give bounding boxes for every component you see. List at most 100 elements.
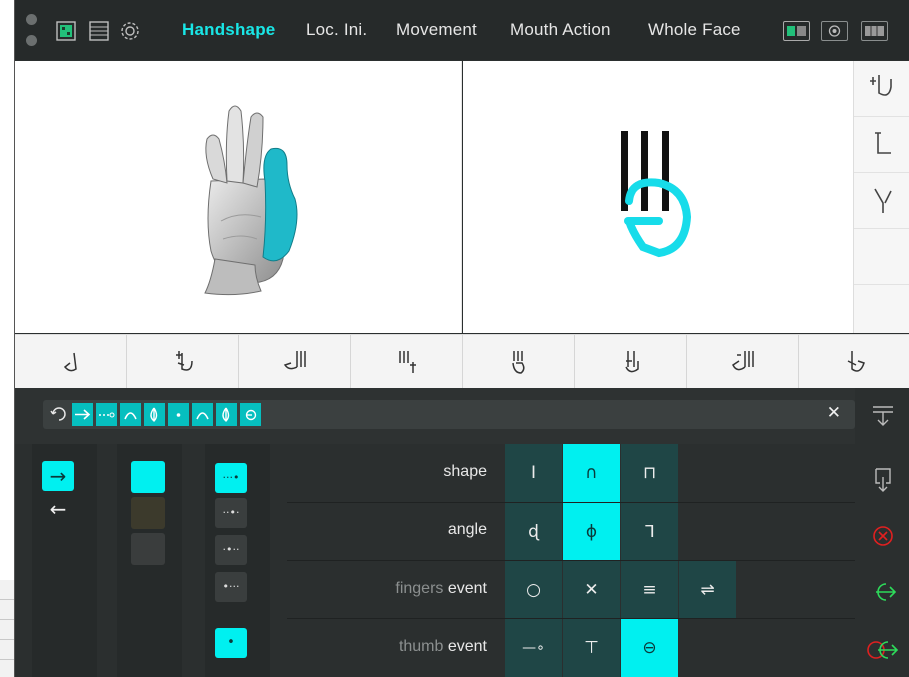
dot-pattern-single-selected[interactable]: • xyxy=(215,628,247,658)
dot-pattern-option[interactable]: ··•· xyxy=(215,498,247,528)
next-arrow-icon xyxy=(875,583,896,601)
cancel-circle-icon xyxy=(872,526,893,546)
arc-chip-2[interactable] xyxy=(192,403,213,426)
handshape-option[interactable] xyxy=(15,335,127,388)
fingers-event-option-cross[interactable]: ✕ xyxy=(563,561,620,619)
thumb-event-option-tee[interactable]: ⊤ xyxy=(563,619,620,677)
direction-back-button[interactable]: ← xyxy=(42,496,74,526)
feature-sequence-bar: ✕ xyxy=(15,388,909,444)
fingers-event-options-row: ○ ✕ ≡ ⇌ xyxy=(287,560,855,619)
handshape-symbol-1-icon xyxy=(870,74,892,96)
handshape-option[interactable] xyxy=(351,335,463,388)
action-column xyxy=(855,388,909,677)
clear-sequence-button[interactable]: ✕ xyxy=(827,403,841,423)
dots-line-icon xyxy=(99,412,115,418)
side-symbol-handshape[interactable] xyxy=(854,61,909,117)
fingers-spread-symbol-icon xyxy=(874,188,892,213)
tab-handshape[interactable]: Handshape xyxy=(182,20,275,40)
leaf-icon xyxy=(222,407,230,422)
window-close-button[interactable] xyxy=(26,14,37,25)
grid-view-icon[interactable] xyxy=(55,20,77,42)
leaf-chip-2[interactable] xyxy=(216,403,237,426)
settings-gear-icon[interactable] xyxy=(119,20,141,42)
thumb-event-option-line[interactable]: —∘ xyxy=(505,619,562,677)
split-view-button[interactable] xyxy=(783,21,810,41)
tab-movement[interactable]: Movement xyxy=(396,20,477,40)
arc-icon xyxy=(124,412,137,420)
tab-mouth-action[interactable]: Mouth Action xyxy=(510,20,611,40)
dot-chip[interactable] xyxy=(168,403,189,426)
cycle-chip[interactable] xyxy=(48,403,69,426)
target-view-button[interactable] xyxy=(821,21,848,41)
split-view-icon xyxy=(787,26,806,36)
hand-3d-model xyxy=(204,105,298,296)
hs-index-thumb-up-icon xyxy=(847,350,865,372)
top-navigation-bar: Handshape Loc. Ini. Movement Mouth Actio… xyxy=(15,0,909,60)
dot-icon xyxy=(176,413,181,417)
feature-chip-strip: ✕ xyxy=(43,400,855,429)
side-symbol-location[interactable] xyxy=(854,117,909,173)
thumb-event-option-circle[interactable]: ⊖ xyxy=(621,619,678,677)
feature-editor-panel: → ← ···• ··•· ·•·· •··· • shape angle fi… xyxy=(15,444,855,677)
dot-pattern-column: ···• ··•· ·•·· •··· • xyxy=(205,444,270,677)
skip-arrow-icon xyxy=(866,641,898,659)
angle-option-right[interactable]: ᒣ xyxy=(621,503,678,561)
handshape-option[interactable] xyxy=(799,335,909,388)
window-minimize-button[interactable] xyxy=(26,35,37,46)
dots-line-chip[interactable] xyxy=(96,403,117,426)
handshape-palette-row xyxy=(15,334,909,388)
color-swatch-olive[interactable] xyxy=(131,497,165,529)
handshape-symbol xyxy=(621,131,692,258)
arc-chip[interactable] xyxy=(120,403,141,426)
leaf-chip[interactable] xyxy=(144,403,165,426)
tile-view-button[interactable] xyxy=(861,21,888,41)
thumb-event-options-row: —∘ ⊤ ⊖ xyxy=(287,618,855,677)
arrow-right-chip[interactable] xyxy=(72,403,93,426)
dot-pattern-option-selected[interactable]: ···• xyxy=(215,463,247,493)
insert-button[interactable] xyxy=(855,460,909,500)
tile-view-icon xyxy=(865,26,884,36)
handshape-option[interactable] xyxy=(127,335,239,388)
direction-forward-button[interactable]: → xyxy=(42,461,74,491)
handshape-option[interactable] xyxy=(687,335,799,388)
hs-three-thumb-open-icon xyxy=(731,350,754,370)
shape-option-square[interactable]: ⊓ xyxy=(621,444,678,502)
shape-option-arc[interactable]: ∩ xyxy=(563,444,620,502)
collapse-button[interactable] xyxy=(855,396,909,436)
handshape-option[interactable] xyxy=(463,335,575,388)
dot-pattern-option[interactable]: ·•·· xyxy=(215,535,247,565)
skip-button[interactable] xyxy=(855,630,909,670)
thumb-circle-chip[interactable] xyxy=(240,403,261,426)
angle-option-center[interactable]: ɸ xyxy=(563,503,620,561)
handshape-option[interactable] xyxy=(575,335,687,388)
tab-whole-face[interactable]: Whole Face xyxy=(648,20,741,40)
location-symbol-icon xyxy=(875,131,891,154)
handshape-option[interactable] xyxy=(239,335,351,388)
shape-option-straight[interactable]: I xyxy=(505,444,562,502)
insert-icon xyxy=(874,468,891,492)
shape-options-row: I ∩ ⊓ xyxy=(287,444,855,502)
fingers-event-option-lines[interactable]: ≡ xyxy=(621,561,678,619)
next-button[interactable] xyxy=(855,572,909,612)
hs-index-thumb-icon xyxy=(175,350,193,371)
hand-3d-view[interactable] xyxy=(15,61,462,333)
hs-three-fingers-thumb-icon xyxy=(283,350,306,369)
fingers-event-option-circle[interactable]: ○ xyxy=(505,561,562,619)
angle-option-left[interactable]: ɖ xyxy=(505,503,562,561)
hs-bent-thumb-icon xyxy=(63,352,77,371)
color-column xyxy=(117,444,182,677)
tab-location-initial[interactable]: Loc. Ini. xyxy=(306,20,367,40)
side-symbol-empty-1[interactable] xyxy=(854,229,909,285)
color-swatch-gray[interactable] xyxy=(131,533,165,565)
color-swatch-cyan[interactable] xyxy=(131,461,165,493)
list-view-icon[interactable] xyxy=(88,20,110,42)
handshape-symbol-view[interactable] xyxy=(463,61,853,333)
side-symbol-fingers[interactable] xyxy=(854,173,909,229)
cancel-button[interactable] xyxy=(855,516,909,556)
hs-closed-fist-three-icon xyxy=(511,350,524,374)
fingers-event-option-swap[interactable]: ⇌ xyxy=(679,561,736,619)
angle-options-row: ɖ ɸ ᒣ xyxy=(287,502,855,561)
target-icon xyxy=(828,25,841,37)
dot-pattern-option[interactable]: •··· xyxy=(215,572,247,602)
side-symbol-empty-2[interactable] xyxy=(854,285,909,341)
